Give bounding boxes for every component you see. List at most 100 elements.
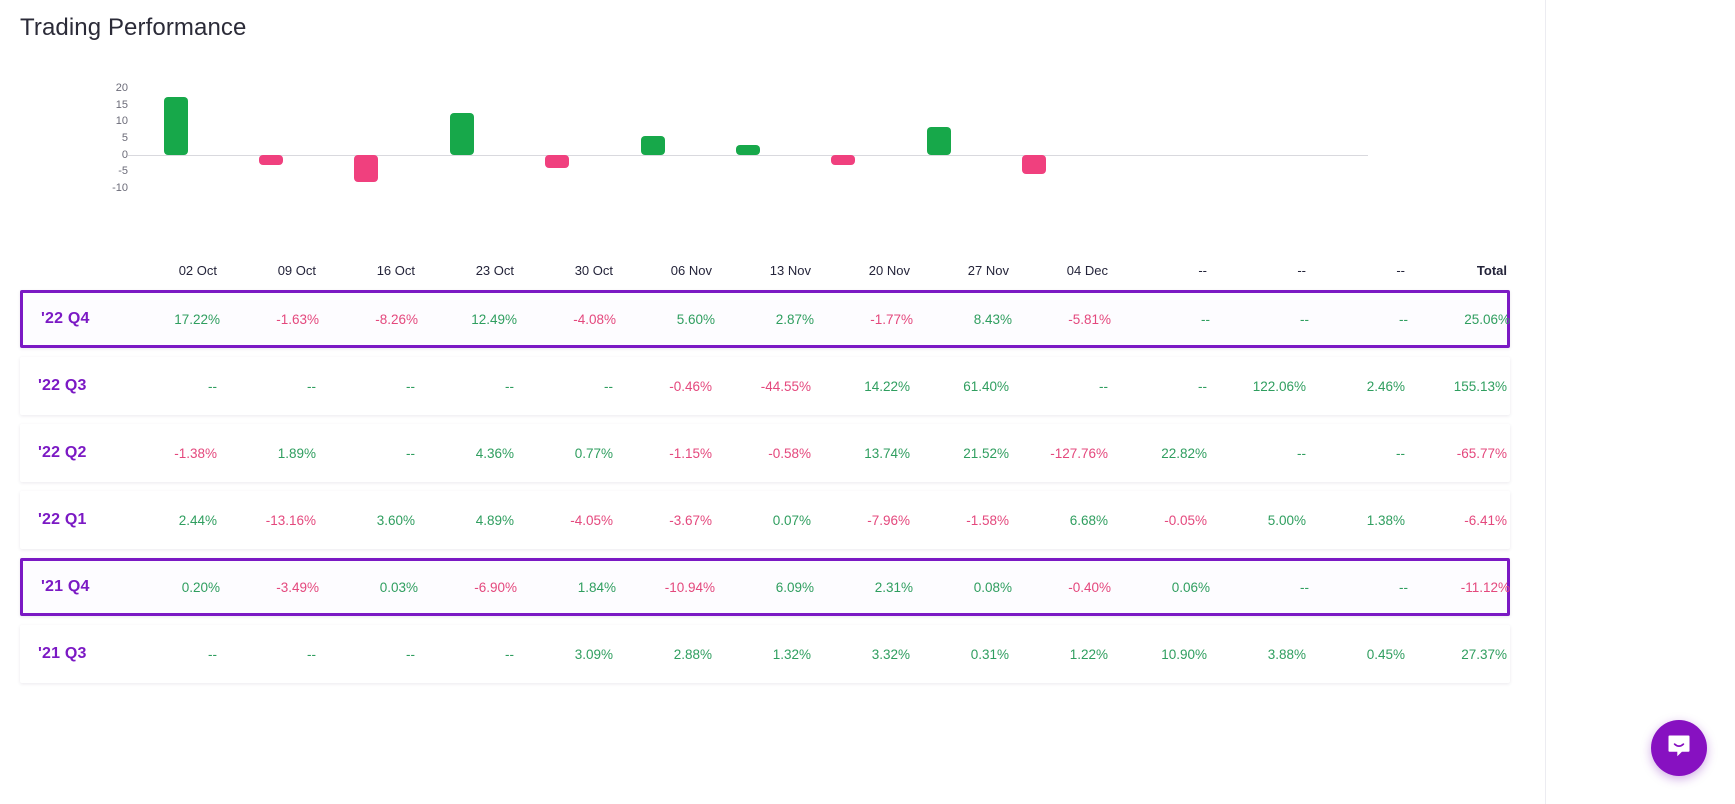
- page-title: Trading Performance: [20, 14, 247, 41]
- table-column-header[interactable]: 09 Oct: [239, 263, 338, 278]
- performance-bar-chart: 20 15 10 5 0 -5 -10: [0, 78, 1545, 208]
- table-cell-return: 2.87%: [775, 311, 814, 327]
- table-cell-return: 0.06%: [1171, 579, 1210, 595]
- table-cell-return: -1.38%: [174, 445, 217, 461]
- table-row[interactable]: '22 Q3 -- -- -- -- -- -0.46% -44.55% 14.22% 61.40…: [20, 357, 1510, 415]
- table-cell-return: 0.08%: [973, 579, 1012, 595]
- table-row[interactable]: '22 Q4 17.22% -1.63% -8.26% 12.49% -4.08% 5.60…: [20, 290, 1510, 348]
- table-cell-return: 0.20%: [181, 579, 220, 595]
- chart-bar[interactable]: [1022, 154, 1047, 175]
- table-cell-return: 21.52%: [963, 445, 1009, 461]
- table-cell-return: 22.82%: [1161, 445, 1207, 461]
- table-column-header[interactable]: 23 Oct: [437, 263, 536, 278]
- table-cell-return: --: [406, 378, 415, 394]
- table-column-header[interactable]: 13 Nov: [734, 263, 833, 278]
- table-cell-return: --: [1300, 311, 1309, 327]
- table-cell-return: --: [406, 646, 415, 662]
- table-cell-return: -5.81%: [1068, 311, 1111, 327]
- table-row-period-label: '22 Q1: [38, 511, 87, 528]
- chart-bar[interactable]: [926, 126, 951, 155]
- table-row-period-label: '22 Q4: [41, 310, 90, 327]
- table-cell-return: 5.60%: [676, 311, 715, 327]
- table-column-header[interactable]: --: [1130, 263, 1229, 278]
- table-column-header[interactable]: --: [1229, 263, 1328, 278]
- table-row[interactable]: '21 Q4 0.20% -3.49% 0.03% -6.90% 1.84% -10.94%…: [20, 558, 1510, 616]
- table-cell-return: --: [1297, 445, 1306, 461]
- chart-bar[interactable]: [640, 136, 665, 155]
- table-column-header[interactable]: 06 Nov: [635, 263, 734, 278]
- table-cell-return: 8.43%: [973, 311, 1012, 327]
- table-cell-return: 4.89%: [475, 512, 514, 528]
- table-column-header[interactable]: 02 Oct: [140, 263, 239, 278]
- table-cell-return: 12.49%: [471, 311, 517, 327]
- table-row[interactable]: '22 Q1 2.44% -13.16% 3.60% 4.89% -4.05% -3.67%…: [20, 491, 1510, 549]
- table-cell-return: 6.68%: [1069, 512, 1108, 528]
- table-cell-return: 2.46%: [1366, 378, 1405, 394]
- table-cell-total: 25.06%: [1464, 311, 1510, 327]
- chart-bar[interactable]: [449, 113, 474, 155]
- table-column-header[interactable]: 16 Oct: [338, 263, 437, 278]
- table-cell-return: 0.45%: [1366, 646, 1405, 662]
- table-column-header[interactable]: --: [1328, 263, 1427, 278]
- table-row-period-label: '21 Q3: [38, 645, 87, 662]
- table-header-row: 02 Oct 09 Oct 16 Oct 23 Oct 30 Oct 06 Nov 13 N…: [20, 250, 1510, 290]
- table-cell-return: 0.03%: [379, 579, 418, 595]
- table-cell-return: --: [208, 646, 217, 662]
- table-cell-return: -1.77%: [870, 311, 913, 327]
- table-cell-total: -6.41%: [1464, 512, 1507, 528]
- table-cell-return: 2.31%: [874, 579, 913, 595]
- table-cell-return: -127.76%: [1050, 445, 1108, 461]
- table-cell-total: -11.12%: [1460, 579, 1510, 595]
- table-cell-return: --: [604, 378, 613, 394]
- chart-y-tick: 15: [115, 98, 128, 111]
- table-column-header[interactable]: 30 Oct: [536, 263, 635, 278]
- table-cell-return: 3.32%: [871, 646, 910, 662]
- chart-bar[interactable]: [259, 154, 284, 165]
- chart-y-axis: 20 15 10 5 0 -5 -10: [88, 78, 128, 208]
- chart-y-tick: -10: [112, 182, 128, 194]
- table-cell-return: -1.63%: [276, 311, 319, 327]
- table-cell-return: -1.58%: [966, 512, 1009, 528]
- table-cell-return: --: [1099, 378, 1108, 394]
- chart-bar[interactable]: [163, 97, 188, 155]
- table-cell-return: -4.05%: [570, 512, 613, 528]
- table-cell-return: 5.00%: [1267, 512, 1306, 528]
- table-cell-return: --: [505, 378, 514, 394]
- table-cell-return: -3.67%: [669, 512, 712, 528]
- table-row-period-label: '22 Q2: [38, 444, 87, 461]
- table-row[interactable]: '22 Q2 -1.38% 1.89% -- 4.36% 0.77% -1.15% -0.58…: [20, 424, 1510, 482]
- table-row-period-label: '22 Q3: [38, 377, 87, 394]
- chart-bar[interactable]: [545, 154, 570, 169]
- table-cell-return: -8.26%: [375, 311, 418, 327]
- table-cell-return: -6.90%: [474, 579, 517, 595]
- table-cell-return: 10.90%: [1161, 646, 1207, 662]
- table-cell-return: 122.06%: [1252, 378, 1306, 394]
- table-cell-return: 3.09%: [574, 646, 613, 662]
- table-cell-return: 1.84%: [577, 579, 616, 595]
- table-row[interactable]: '21 Q3 -- -- -- -- 3.09% 2.88% 1.32% 3.32% 0.31% 1…: [20, 625, 1510, 683]
- chart-bar[interactable]: [736, 145, 760, 156]
- table-cell-total: 27.37%: [1461, 646, 1507, 662]
- chart-bar[interactable]: [831, 154, 856, 165]
- table-column-header[interactable]: 04 Dec: [1031, 263, 1130, 278]
- table-cell-return: --: [1399, 579, 1408, 595]
- table-cell-return: --: [208, 378, 217, 394]
- table-cell-return: --: [1198, 378, 1207, 394]
- intercom-launcher-button[interactable]: [1651, 720, 1707, 776]
- table-cell-return: -0.58%: [768, 445, 811, 461]
- table-cell-return: 1.22%: [1069, 646, 1108, 662]
- chat-bubble-smile-icon: [1665, 732, 1693, 765]
- table-cell-return: --: [1201, 311, 1210, 327]
- chart-y-tick: 10: [115, 115, 128, 128]
- table-cell-return: -1.15%: [669, 445, 712, 461]
- table-column-header[interactable]: 27 Nov: [932, 263, 1031, 278]
- header-period-label: [20, 263, 140, 278]
- table-cell-return: 0.07%: [772, 512, 811, 528]
- table-column-header-total[interactable]: Total: [1427, 263, 1531, 278]
- table-column-header[interactable]: 20 Nov: [833, 263, 932, 278]
- table-cell-return: -4.08%: [573, 311, 616, 327]
- chart-y-tick: -5: [118, 165, 128, 178]
- table-cell-return: -44.55%: [760, 378, 811, 394]
- table-cell-return: -0.46%: [669, 378, 712, 394]
- chart-bar[interactable]: [354, 154, 379, 183]
